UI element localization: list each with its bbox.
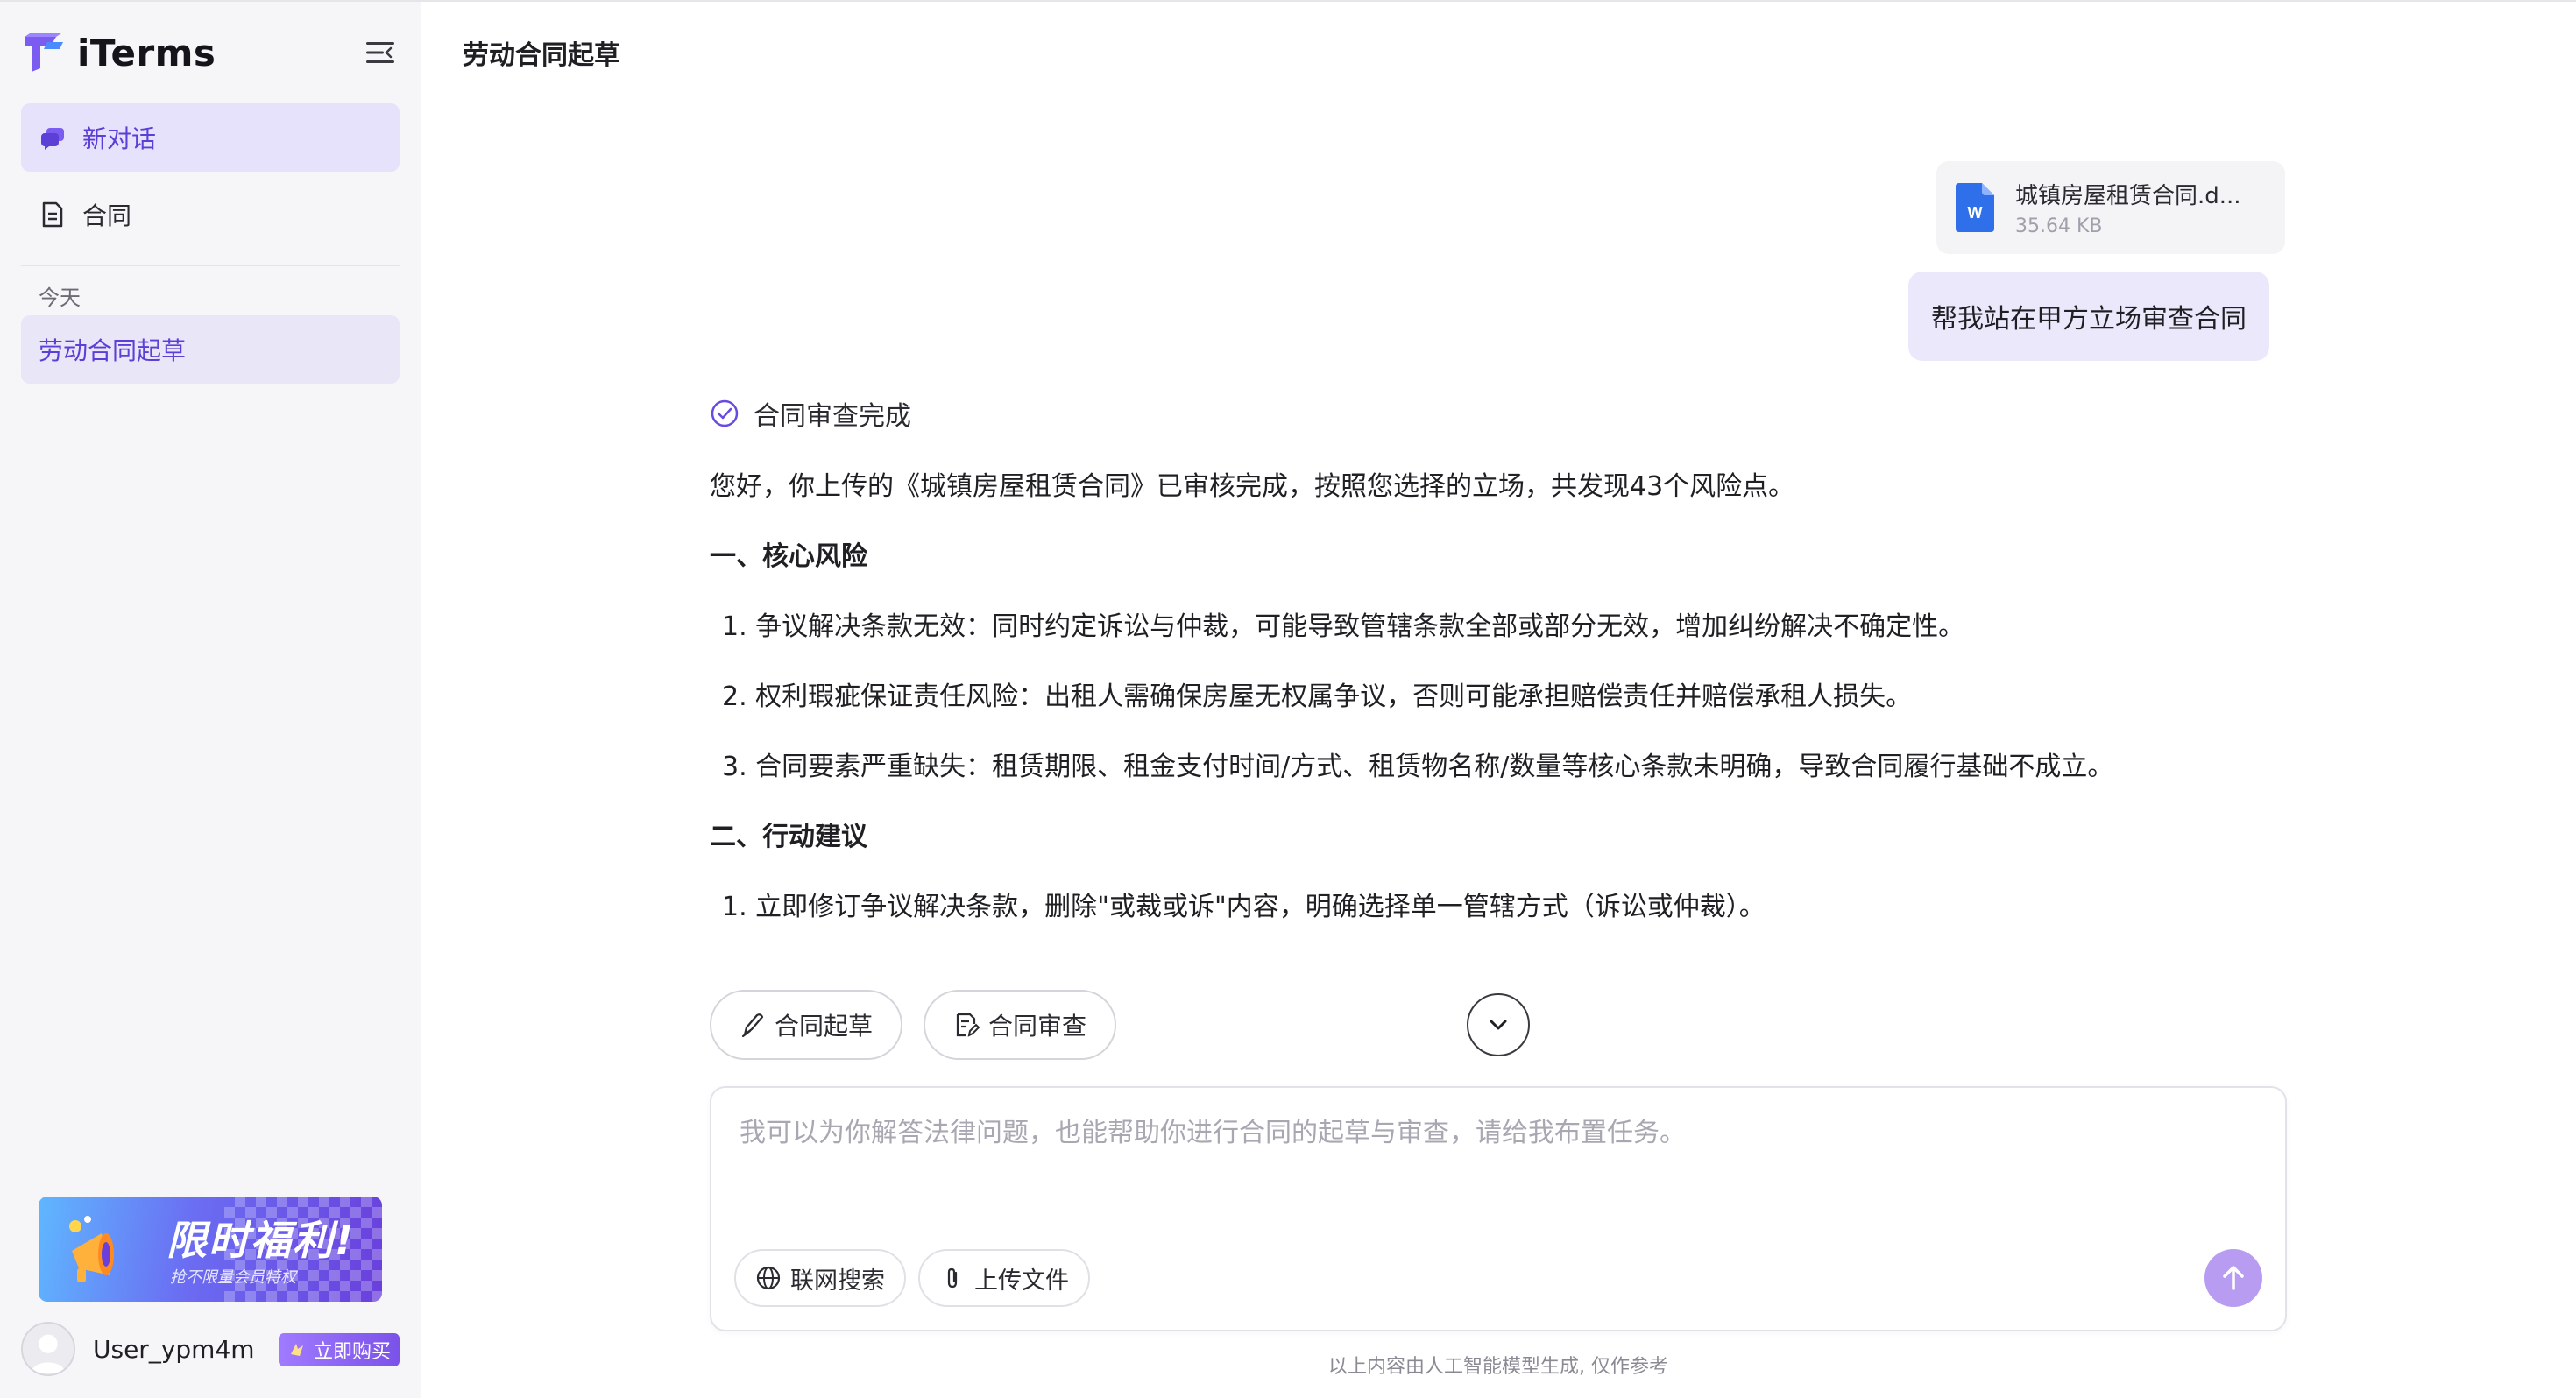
upload-file-label: 上传文件 <box>974 1267 1069 1295</box>
chevron-down-icon <box>1490 1020 1507 1030</box>
risk-item: 2. 权利瑕疵保证责任风险：出租人需确保房屋无权属争议，否则可能承担赔偿责任并赔… <box>722 681 1913 712</box>
promo-banner[interactable]: 限时福利! 抢不限量会员特权 <box>39 1197 382 1302</box>
contract-review-button[interactable]: 合同审查 <box>924 990 1117 1060</box>
word-file-icon: W <box>1956 183 1994 232</box>
logo-icon <box>25 33 63 72</box>
answer-intro: 您好，你上传的《城镇房屋租赁合同》已审核完成，按照您选择的立场，共发现43个风险… <box>710 471 1795 502</box>
collapse-sidebar-button[interactable] <box>363 35 398 70</box>
check-circle-icon <box>711 399 739 427</box>
promo-title: 限时福利! <box>166 1217 355 1264</box>
scroll-to-bottom-button[interactable] <box>1467 993 1530 1056</box>
brand-name: iTerms <box>77 31 216 74</box>
contract-review-label: 合同审查 <box>988 1012 1087 1041</box>
document-icon <box>39 201 67 229</box>
attached-file-card[interactable]: W 城镇房屋租赁合同.d... 35.64 KB <box>1936 161 2285 254</box>
risk-item: 1. 争议解决条款无效：同时约定诉讼与仲裁，可能导致管辖条款全部或部分无效，增加… <box>722 611 1965 642</box>
new-chat-button[interactable]: 新对话 <box>21 103 400 172</box>
section-title-actions: 二、行动建议 <box>710 822 867 852</box>
page-title: 劳动合同起草 <box>463 40 620 71</box>
file-name: 城镇房屋租赁合同.d... <box>2015 183 2241 209</box>
new-chat-label: 新对话 <box>82 124 157 153</box>
sidebar-divider <box>21 265 400 266</box>
chat-bubbles-icon <box>39 124 67 152</box>
chat-input[interactable] <box>740 1111 2255 1181</box>
action-item: 1. 立即修订争议解决条款，删除"或裁或诉"内容，明确选择单一管辖方式（诉讼或仲… <box>722 892 1766 922</box>
review-status-text: 合同审查完成 <box>754 401 911 432</box>
history-item-label: 劳动合同起草 <box>39 336 187 365</box>
risk-item: 3. 合同要素严重缺失：租赁期限、租金支付时间/方式、租赁物名称/数量等核心条款… <box>722 752 2114 782</box>
sidebar: iTerms 新对话 合同 今天 劳动合同起草 限时福利! 抢不限量会员特权 U… <box>0 2 421 1398</box>
sidebar-item-contract[interactable]: 合同 <box>21 180 400 249</box>
send-button[interactable] <box>2204 1249 2262 1307</box>
web-search-button[interactable]: 联网搜索 <box>734 1249 906 1307</box>
megaphone-icon <box>69 1216 114 1282</box>
sidebar-item-label: 合同 <box>82 201 132 230</box>
word-letter: W <box>1968 204 1983 222</box>
brand[interactable]: iTerms <box>21 28 216 77</box>
web-search-label: 联网搜索 <box>790 1267 885 1295</box>
contract-draft-button[interactable]: 合同起草 <box>710 990 903 1060</box>
doc-edit-icon <box>956 1013 980 1037</box>
file-size: 35.64 KB <box>2015 215 2103 237</box>
ai-disclaimer: 以上内容由人工智能模型生成, 仅作参考 <box>1328 1356 1668 1378</box>
globe-icon <box>756 1266 781 1290</box>
user-message-bubble: 帮我站在甲方立场审查合同 <box>1908 272 2269 361</box>
assistant-answer: 合同审查完成 您好，你上传的《城镇房屋租赁合同》已审核完成，按照您选择的立场，共… <box>710 394 2287 922</box>
app-window: iTerms 新对话 合同 今天 劳动合同起草 限时福利! 抢不限量会员特权 U… <box>0 0 2576 1398</box>
history-section-label: 今天 <box>39 286 81 310</box>
section-title-risks: 一、核心风险 <box>710 541 867 572</box>
promo-subtitle: 抢不限量会员特权 <box>170 1268 296 1287</box>
arrow-up-icon <box>2223 1266 2244 1290</box>
collapse-sidebar-icon <box>366 42 394 63</box>
contract-draft-label: 合同起草 <box>775 1012 874 1041</box>
review-status: 合同审查完成 <box>710 394 2287 433</box>
paperclip-icon <box>947 1267 958 1289</box>
pen-icon <box>741 1013 764 1038</box>
history-item[interactable]: 劳动合同起草 <box>21 315 400 384</box>
chat-composer: 联网搜索 上传文件 <box>710 1086 2287 1331</box>
upload-file-button[interactable]: 上传文件 <box>918 1249 1090 1307</box>
